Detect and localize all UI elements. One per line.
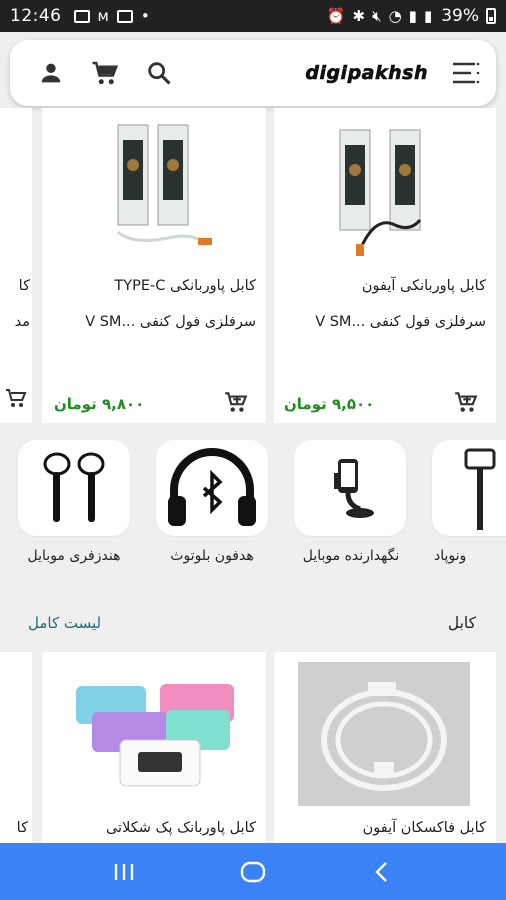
product-title: کابل پاوربانک پک شکلاتی <box>105 820 256 836</box>
battery-percent: 39% <box>441 6 479 26</box>
menu-button[interactable] <box>448 56 482 90</box>
app-header: digipakhsh <box>10 40 496 106</box>
more-dots-icon: • <box>140 6 150 25</box>
account-button[interactable] <box>34 56 68 90</box>
product-card[interactable]: کابل پاوربانکی TYPE-C سرفلزی فول کنفی ..… <box>42 108 266 423</box>
add-to-cart-button[interactable] <box>0 383 32 413</box>
add-to-cart-button[interactable] <box>450 387 482 417</box>
product-title: کابل پاوربانکی TYPE-C <box>114 278 256 294</box>
home-button[interactable] <box>233 852 273 892</box>
product-title: کا <box>18 278 30 294</box>
site-logo[interactable]: digipakhsh <box>305 62 428 85</box>
wifi-icon: ◔ <box>388 7 402 25</box>
earphones-icon <box>43 452 105 522</box>
product-subtitle: سرفلزی فول کنفی ...V SM <box>85 314 256 330</box>
product-image <box>117 124 212 247</box>
add-to-cart-icon <box>455 392 478 412</box>
category-phone-holder[interactable] <box>294 440 406 536</box>
category-selfie-stick[interactable] <box>432 440 506 536</box>
section-title: کابل <box>447 614 476 632</box>
back-button[interactable] <box>362 852 402 892</box>
phone-holder-icon <box>334 459 374 518</box>
search-icon <box>148 62 171 85</box>
back-icon <box>374 861 387 882</box>
gallery-notification-icon <box>73 9 90 23</box>
category-label-selfie-stick: ونوپاد <box>434 548 467 564</box>
category-label-earphones: هندزفری موبایل <box>27 548 121 564</box>
selfie-stick-icon <box>464 448 496 530</box>
add-to-cart-button[interactable] <box>220 387 252 417</box>
status-time: 12:46 <box>10 6 62 26</box>
system-nav-bar <box>0 843 506 900</box>
alarm-icon: ⏰ <box>326 7 346 25</box>
product-card[interactable]: کابل پاوربانکی آیفون سرفلزی فول کنفی ...… <box>274 108 496 423</box>
product-image <box>76 684 234 787</box>
product-title: کابل پاوربانکی آیفون <box>361 278 486 294</box>
product-subtitle: مد <box>14 314 30 330</box>
product-title: کابل فاکسکان آیفون <box>362 820 486 836</box>
hamburger-menu-icon <box>453 62 480 84</box>
product-subtitle: سرفلزی فول کنفی ...V SM <box>315 314 486 330</box>
signal-strength-2-icon: ▮ <box>423 7 433 25</box>
recent-apps-button[interactable] <box>104 852 144 892</box>
bluetooth-headphones-icon <box>168 448 256 526</box>
product-card-partial[interactable]: کا مد <box>0 108 32 423</box>
product-price: ۹,۵۰۰ تومان <box>284 395 375 413</box>
add-to-cart-icon <box>6 389 27 407</box>
message-notification-icon <box>116 9 133 23</box>
recent-apps-icon <box>115 863 134 880</box>
signal-m-icon: ᴍ <box>97 6 109 25</box>
battery-icon <box>486 8 496 24</box>
category-bluetooth-headphones[interactable] <box>156 440 268 536</box>
view-all-link[interactable]: لیست کامل <box>28 614 101 632</box>
add-to-cart-icon <box>225 392 248 412</box>
category-label-phone-holder: نگهدارنده موبایل <box>302 548 400 564</box>
product-image <box>339 129 422 256</box>
signal-strength-icon: ▮ <box>408 7 417 25</box>
product-image <box>298 662 470 806</box>
cart-button[interactable] <box>88 56 122 90</box>
status-bar: 12:46 ᴍ • ⏰ ✱ 🔇︎ ◔ ▮ ▮ 39% <box>0 0 506 32</box>
product-title: کا <box>16 820 28 836</box>
bluetooth-status-icon: ✱ <box>352 7 366 25</box>
shopping-cart-icon <box>92 61 119 85</box>
user-icon <box>41 63 61 83</box>
product-card[interactable]: کابل پاوربانک پک شکلاتی <box>42 652 266 852</box>
product-card-partial[interactable]: کا <box>0 652 32 852</box>
category-label-bluetooth-headphones: هدفون بلوتوث <box>170 548 254 564</box>
mute-icon: 🔇︎ <box>372 7 382 25</box>
home-icon <box>240 861 266 882</box>
product-price: ۹,۸۰۰ تومان <box>54 395 145 413</box>
category-earphones[interactable] <box>18 440 130 536</box>
product-card[interactable]: کابل فاکسکان آیفون <box>274 652 496 852</box>
search-button[interactable] <box>142 56 176 90</box>
